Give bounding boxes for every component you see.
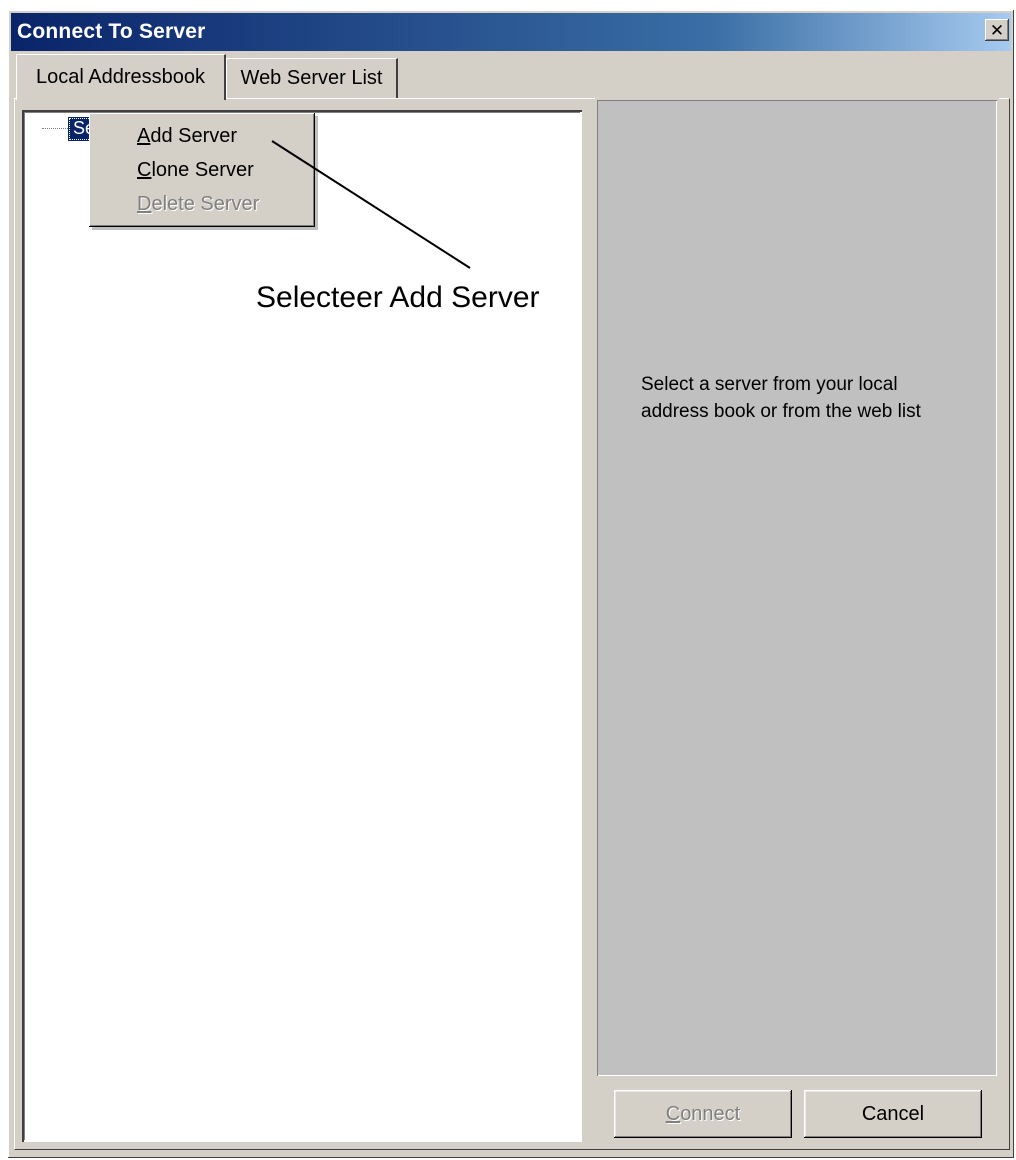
tab-local-addressbook[interactable]: Local Addressbook — [16, 54, 226, 100]
server-info-panel: Select a server from your local address … — [597, 100, 997, 1076]
annotation-label: Selecteer Add Server — [256, 281, 540, 314]
menu-mnemonic: D — [137, 193, 152, 215]
connect-mnemonic: C — [665, 1102, 681, 1125]
info-message: Select a server from your local address … — [641, 372, 981, 425]
tab-web-server-list[interactable]: Web Server List — [226, 58, 398, 98]
context-menu: Add Server Clone Server Delete Server — [89, 113, 315, 227]
tab-label: Web Server List — [240, 67, 383, 89]
menu-mnemonic: A — [137, 125, 151, 147]
server-tree[interactable]: Servers — [22, 110, 582, 1142]
close-button[interactable]: ✕ — [985, 19, 1009, 41]
window-title: Connect To Server — [17, 20, 206, 43]
menu-label-rest: dd Server — [150, 125, 238, 147]
menu-label-rest: elete Server — [151, 193, 260, 215]
menu-label-rest: lone Server — [151, 159, 254, 181]
close-icon: ✕ — [989, 20, 1005, 40]
menu-item-add-server[interactable]: Add Server — [137, 125, 237, 148]
cancel-button[interactable]: Cancel — [804, 1090, 982, 1138]
info-line-1: Select a server from your local — [641, 374, 898, 395]
connect-label-rest: onnect — [680, 1102, 741, 1125]
connect-button[interactable]: Connect — [614, 1090, 792, 1138]
info-line-2: address book or from the web list — [641, 400, 921, 422]
connect-to-server-dialog: Connect To Server ✕ Local Addressbook We… — [8, 10, 1014, 1158]
menu-item-clone-server[interactable]: Clone Server — [137, 159, 254, 182]
tab-label: Local Addressbook — [35, 66, 205, 88]
menu-item-delete-server: Delete Server — [137, 193, 259, 216]
title-bar[interactable]: Connect To Server ✕ — [11, 13, 1011, 51]
menu-mnemonic: C — [137, 159, 152, 181]
